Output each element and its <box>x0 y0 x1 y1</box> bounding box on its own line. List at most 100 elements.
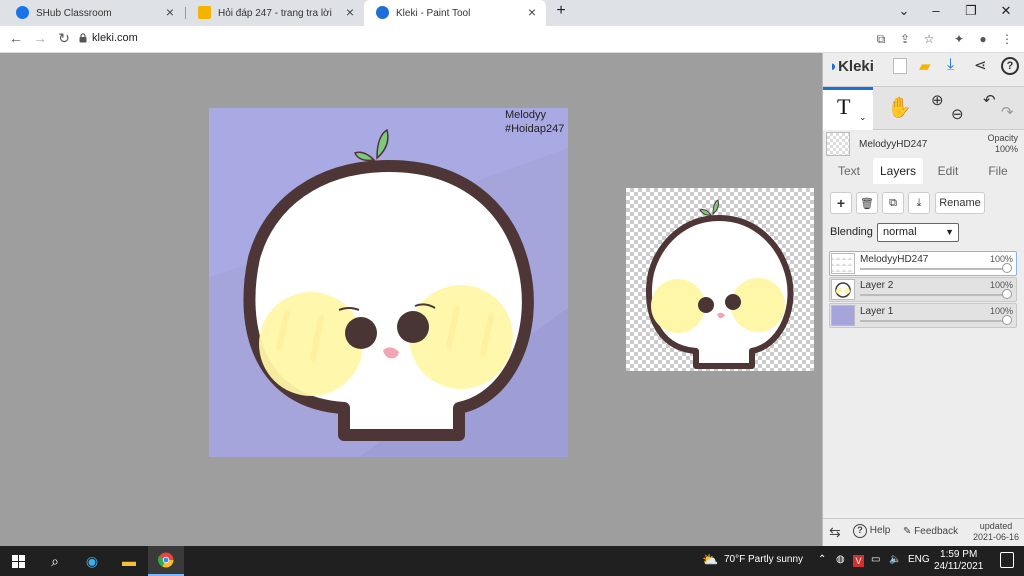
help-link[interactable]: ? Help <box>853 524 890 538</box>
left-eye <box>345 317 377 349</box>
slider-knob[interactable] <box>1002 315 1012 325</box>
language-indicator[interactable]: ENG <box>908 554 930 565</box>
address-bar: ← → ↻ kleki.com ⧉ ⇪ ☆ ✦ ● ⋮ <box>0 26 1024 53</box>
delete-layer-button[interactable]: 🗑 <box>856 192 878 214</box>
layer-item-layer-1[interactable]: Layer 1 100% <box>829 303 1017 328</box>
translate-icon[interactable]: ⧉ <box>873 32 889 47</box>
slider-knob[interactable] <box>1002 263 1012 273</box>
merge-down-button[interactable]: ⤓ <box>908 192 930 214</box>
drawing-canvas[interactable]: Melodyy #Hoidap247 <box>209 108 568 457</box>
chrome-icon[interactable] <box>148 546 184 576</box>
panel-footer: ⇆ ? Help ✎ Feedback updated 2021-06-16 <box>823 518 1024 546</box>
swap-sides-icon[interactable]: ⇆ <box>829 524 841 541</box>
chevron-up-icon[interactable]: ⌃ <box>818 554 826 565</box>
battery-icon[interactable]: ▭ <box>871 554 880 565</box>
help-icon[interactable]: ? <box>1001 57 1019 75</box>
weather-text[interactable]: 70°F Partly sunny <box>724 554 803 565</box>
help-icon: ? <box>853 524 867 538</box>
feedback-label: Feedback <box>914 526 959 537</box>
text-tool-button[interactable]: T ⌄ <box>823 87 873 130</box>
redo-icon[interactable]: ↷ <box>1001 103 1014 121</box>
windows-start-icon[interactable] <box>0 546 36 576</box>
tab-search-chevron-icon[interactable]: ⌄ <box>894 3 914 19</box>
blending-select[interactable]: normal ▼ <box>877 223 959 242</box>
close-window-icon[interactable]: ✕ <box>996 3 1016 19</box>
restore-icon[interactable]: ❐ <box>961 3 981 19</box>
hoidap-favicon-icon <box>198 6 211 19</box>
undo-icon[interactable]: ↶ <box>983 91 996 109</box>
tab-edit[interactable]: Edit <box>925 158 971 184</box>
antivirus-icon[interactable]: V <box>853 555 864 567</box>
chevron-down-icon[interactable]: ⌄ <box>859 112 867 123</box>
zoom-in-icon[interactable]: ⊕ <box>931 91 944 109</box>
layer-name: MelodyyHD247 <box>860 254 929 265</box>
browser-tab-strip: SHub Classroom × Hỏi đáp 247 - trang tra… <box>0 0 1024 26</box>
minimize-icon[interactable]: – <box>926 3 946 18</box>
browser-menu-icon[interactable]: ⋮ <box>999 32 1015 46</box>
opacity-label: Opacity <box>987 133 1018 143</box>
new-image-icon[interactable] <box>893 58 907 74</box>
weather-icon[interactable]: ⛅ <box>702 552 718 568</box>
close-tab-icon[interactable]: × <box>346 4 354 20</box>
search-icon[interactable]: ⌕ <box>37 546 73 576</box>
layer-thumbnail <box>831 305 855 326</box>
duplicate-layer-button[interactable]: ⧉ <box>882 192 904 214</box>
profile-avatar-icon[interactable]: ● <box>975 32 991 46</box>
add-layer-button[interactable]: + <box>830 192 852 214</box>
panel-tabs: Text Layers Edit File <box>823 158 1024 184</box>
tab-hoidap247[interactable]: Hỏi đáp 247 - trang tra lời × <box>186 0 364 26</box>
network-icon[interactable]: ◍ <box>836 554 845 565</box>
reload-icon[interactable]: ↻ <box>55 30 73 47</box>
layer-opacity-slider[interactable] <box>860 320 1008 322</box>
tab-layers[interactable]: Layers <box>873 158 923 184</box>
watermark-line-1: Melodyy <box>505 109 546 121</box>
kleki-logo: ◗Kleki <box>829 58 874 75</box>
tool-row: T ⌄ ✋ ⊕ ⊖ ↶ ↷ <box>823 86 1024 130</box>
bookmark-star-icon[interactable]: ☆ <box>921 32 937 46</box>
notifications-icon[interactable] <box>1000 552 1014 568</box>
tab-file[interactable]: File <box>973 158 1023 184</box>
close-tab-icon[interactable]: × <box>528 4 536 20</box>
forward-icon[interactable]: → <box>31 30 49 46</box>
layer-opacity-slider[interactable] <box>860 268 1008 270</box>
rename-button[interactable]: Rename <box>935 192 985 214</box>
canvas-workspace[interactable]: Melodyy #Hoidap247 <box>0 53 822 546</box>
open-folder-icon[interactable]: ▰ <box>919 57 931 75</box>
share-icon[interactable]: ⋖ <box>974 56 987 74</box>
clock-date: 24/11/2021 <box>934 561 984 572</box>
tab-title: SHub Classroom <box>36 7 112 19</box>
close-tab-icon[interactable]: × <box>166 4 174 20</box>
share-icon[interactable]: ⇪ <box>897 32 913 46</box>
tab-title: Kleki - Paint Tool <box>396 7 471 19</box>
layer-opacity: 100% <box>989 306 1013 316</box>
preview-artwork <box>645 199 794 369</box>
url-field[interactable]: kleki.com <box>92 32 138 44</box>
slider-knob[interactable] <box>1002 289 1012 299</box>
updated-date: 2021-06-16 <box>973 532 1020 542</box>
file-explorer-icon[interactable]: ▬ <box>111 546 147 576</box>
volume-icon[interactable]: 🔈 <box>889 554 901 565</box>
edge-icon[interactable]: ◉ <box>74 546 110 576</box>
layer-item-layer-2[interactable]: Layer 2 100% <box>829 277 1017 302</box>
current-layer-name: MelodyyHD247 <box>859 139 928 150</box>
layer-opacity: 100% <box>989 254 1013 264</box>
hand-tool-icon[interactable]: ✋ <box>887 95 912 120</box>
new-tab-icon[interactable]: + <box>551 2 571 20</box>
tab-text[interactable]: Text <box>827 158 871 184</box>
back-icon[interactable]: ← <box>7 30 25 46</box>
kleki-logo-text: Kleki <box>838 58 874 75</box>
updated-info: updated 2021-06-16 <box>973 521 1019 543</box>
layer-preview-thumbnail <box>626 188 814 371</box>
clock-time: 1:59 PM <box>940 549 978 560</box>
layer-item-melodyyhd247[interactable]: MelodyyHD247 100% <box>829 251 1017 276</box>
tab-kleki[interactable]: Kleki - Paint Tool × <box>364 0 546 26</box>
layer-opacity-slider[interactable] <box>860 294 1008 296</box>
chevron-down-icon: ▼ <box>945 227 954 237</box>
tab-shub-classroom[interactable]: SHub Classroom × <box>4 0 184 26</box>
clock[interactable]: 1:59 PM 24/11/2021 <box>934 549 983 573</box>
zoom-out-icon[interactable]: ⊖ <box>951 105 964 123</box>
download-icon[interactable]: ⤓ <box>947 56 954 74</box>
extensions-puzzle-icon[interactable]: ✦ <box>951 32 967 46</box>
feedback-link[interactable]: ✎ Feedback <box>903 526 958 537</box>
opacity-value: 100% <box>994 144 1018 154</box>
